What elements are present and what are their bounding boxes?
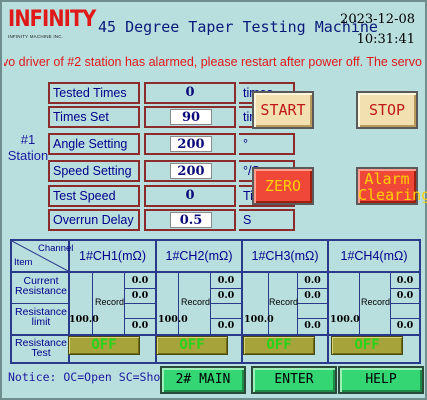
param-label: Overrun Delay bbox=[48, 209, 140, 231]
ch2-record-b: 0.0 bbox=[217, 320, 235, 331]
ch3-record-a: 0.0 bbox=[304, 290, 321, 301]
ch1-limit-value: 100.0 bbox=[69, 314, 99, 325]
param-row-tested-times: Tested Times 0 times bbox=[48, 82, 295, 104]
param-unit: ° bbox=[239, 133, 295, 155]
ch2-record-a: 0.0 bbox=[217, 290, 235, 301]
corner-channel-label: Channel bbox=[38, 243, 74, 254]
param-row-angle-setting: Angle Setting 200 ° bbox=[48, 133, 295, 155]
ch1-current-value: 0.0 bbox=[131, 275, 149, 286]
zero-button[interactable]: ZERO bbox=[252, 167, 314, 205]
ch3-limit-value: 100.0 bbox=[244, 314, 274, 325]
notice-text: Notice: OC=Open SC=Short bbox=[8, 370, 175, 384]
ch1-record-b: 0.0 bbox=[131, 320, 149, 331]
alarm-clearing-label-line2: Clearing bbox=[358, 186, 427, 204]
param-label: Angle Setting bbox=[48, 133, 140, 155]
alarm-clearing-button[interactable]: Alarm Clearing bbox=[356, 167, 427, 205]
param-row-overrun-delay: Overrun Delay 0.5 S bbox=[48, 209, 295, 231]
speed-setting-input[interactable]: 200 bbox=[144, 160, 236, 182]
ch1-resistance-test-button[interactable]: OFF bbox=[68, 336, 140, 355]
row-header-current-resistance: Current Resistance bbox=[15, 275, 67, 297]
main-2-button[interactable]: 2# MAIN bbox=[160, 366, 246, 394]
ch3-resistance-test-button[interactable]: OFF bbox=[243, 336, 315, 355]
angle-setting-input[interactable]: 200 bbox=[144, 133, 236, 155]
logo-subtext: INFINITY MACHINE INC. bbox=[8, 34, 64, 39]
channel-header-ch4: 1#CH4(mΩ) bbox=[340, 249, 408, 263]
test-speed-value: 0 bbox=[144, 185, 236, 207]
ch4-current-value: 0.0 bbox=[396, 275, 414, 286]
overrun-delay-input[interactable]: 0.5 bbox=[144, 209, 236, 231]
ch4-resistance-test-button[interactable]: OFF bbox=[331, 336, 403, 355]
corner-item-label: Item bbox=[14, 257, 33, 268]
station-word: Station bbox=[7, 148, 49, 163]
start-button[interactable]: START bbox=[252, 91, 314, 129]
param-unit: S bbox=[239, 209, 295, 231]
ch3-current-value: 0.0 bbox=[304, 275, 321, 286]
param-label: Speed Setting bbox=[48, 160, 140, 182]
help-button[interactable]: HELP bbox=[338, 366, 424, 394]
param-label: Tested Times bbox=[48, 82, 140, 104]
ch4-record-a: 0.0 bbox=[396, 290, 414, 301]
ch2-record-label: Record bbox=[181, 297, 211, 307]
company-logo: INFINITY INFINITY MACHINE INC. bbox=[8, 7, 96, 48]
enter-button[interactable]: ENTER bbox=[251, 366, 337, 394]
channel-header-ch2: 1#CH2(mΩ) bbox=[165, 249, 233, 263]
station-label: #1 Station bbox=[6, 132, 50, 164]
alarm-marquee: vo driver of #2 station has alarmed, ple… bbox=[4, 54, 425, 70]
ch2-limit-value: 100.0 bbox=[158, 314, 188, 325]
stop-button[interactable]: STOP bbox=[356, 91, 418, 129]
ch2-current-value: 0.0 bbox=[217, 275, 235, 286]
row-header-resistance-limit: Resistance limit bbox=[15, 306, 67, 328]
times-set-input[interactable]: 90 bbox=[144, 106, 236, 128]
ch4-limit-value: 100.0 bbox=[330, 314, 360, 325]
ch2-resistance-test-button[interactable]: OFF bbox=[156, 336, 228, 355]
ch4-record-label: Record bbox=[361, 297, 391, 307]
channel-header-ch3: 1#CH3(mΩ) bbox=[251, 249, 319, 263]
ch3-record-b: 0.0 bbox=[304, 320, 321, 331]
station-number: #1 bbox=[20, 132, 36, 147]
tested-times-value: 0 bbox=[144, 82, 236, 104]
date-display: 2023-12-08 bbox=[340, 12, 415, 27]
logo-wordmark: INFINITY bbox=[8, 7, 96, 32]
ch4-record-b: 0.0 bbox=[396, 320, 414, 331]
param-row-times-set: Times Set 90 times bbox=[48, 106, 295, 128]
alarm-clearing-label-line1: Alarm bbox=[364, 170, 410, 188]
alarm-message: vo driver of #2 station has alarmed, ple… bbox=[4, 55, 425, 69]
param-label: Times Set bbox=[48, 106, 140, 128]
time-display: 10:31:41 bbox=[356, 32, 415, 47]
hmi-screen: INFINITY INFINITY MACHINE INC. 45 Degree… bbox=[0, 0, 427, 400]
channel-header-ch1: 1#CH1(mΩ) bbox=[79, 249, 146, 263]
page-title: 45 Degree Taper Testing Machine bbox=[98, 18, 378, 36]
ch1-record-label: Record bbox=[95, 297, 125, 307]
param-label: Test Speed bbox=[48, 185, 140, 207]
ch1-record-a: 0.0 bbox=[131, 290, 149, 301]
row-header-resistance-test: Resistance Test bbox=[15, 337, 67, 359]
param-row-speed-setting: Speed Setting 200 °/S bbox=[48, 160, 295, 182]
ch3-record-label: Record bbox=[269, 297, 299, 307]
param-row-test-speed: Test Speed 0 Times/min bbox=[48, 185, 300, 207]
